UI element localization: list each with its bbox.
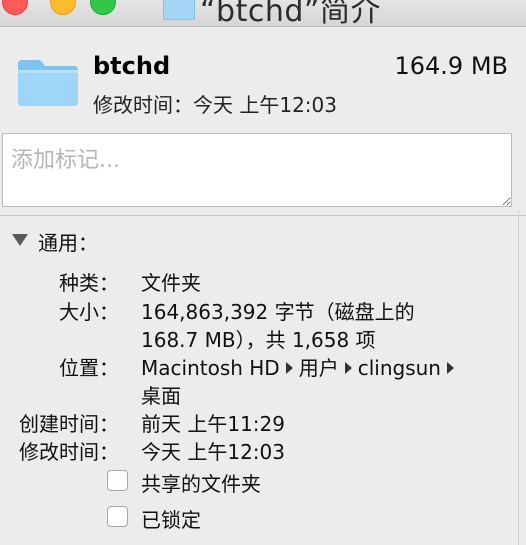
where-path-line1: Macintosh HD 用户 clingsun — [141, 352, 460, 381]
path-item-desktop[interactable]: 桌面 — [141, 380, 181, 409]
disclosure-triangle-icon[interactable] — [12, 234, 28, 246]
file-size: 164.9 MB — [394, 52, 508, 80]
path-separator-icon — [344, 362, 352, 374]
folder-icon — [18, 60, 78, 106]
locked-label[interactable]: 已锁定 — [141, 504, 201, 533]
kind-value: 文件夹 — [141, 271, 201, 295]
size-label: 大小： — [59, 300, 119, 324]
created-value: 前天 上午11:29 — [141, 412, 285, 436]
header-modified: 修改时间：今天 上午12:03 — [93, 93, 337, 117]
path-separator-icon — [446, 362, 454, 374]
shared-folder-checkbox[interactable] — [107, 470, 128, 491]
title-bar: “btchd”简介 — [0, 0, 526, 27]
minimize-button[interactable] — [50, 0, 76, 15]
locked-checkbox[interactable] — [107, 506, 128, 527]
where-label: 位置： — [59, 356, 119, 380]
where-path-line2: 桌面 — [141, 380, 181, 409]
divider — [0, 215, 526, 216]
created-label: 创建时间： — [19, 412, 119, 436]
path-item-user[interactable]: clingsun — [358, 356, 441, 380]
section-title-general[interactable]: 通用： — [38, 227, 98, 256]
size-value-line2: 168.7 MB），共 1,658 项 — [141, 328, 376, 352]
window-title: “btchd”简介 — [200, 0, 381, 27]
shared-folder-label[interactable]: 共享的文件夹 — [141, 468, 261, 497]
modified-label: 修改时间： — [19, 440, 119, 464]
file-name: btchd — [93, 52, 171, 80]
scroll-track — [518, 210, 519, 545]
path-item-users[interactable]: 用户 — [299, 352, 339, 381]
size-value-line1: 164,863,392 字节（磁盘上的 — [141, 300, 415, 324]
close-button[interactable] — [2, 0, 28, 15]
title-folder-icon — [163, 0, 195, 20]
tags-input[interactable] — [2, 133, 512, 207]
zoom-button[interactable] — [90, 0, 116, 15]
modified-value: 今天 上午12:03 — [141, 440, 285, 464]
kind-label: 种类： — [59, 271, 119, 295]
path-item-disk[interactable]: Macintosh HD — [141, 356, 280, 380]
path-separator-icon — [285, 362, 293, 374]
